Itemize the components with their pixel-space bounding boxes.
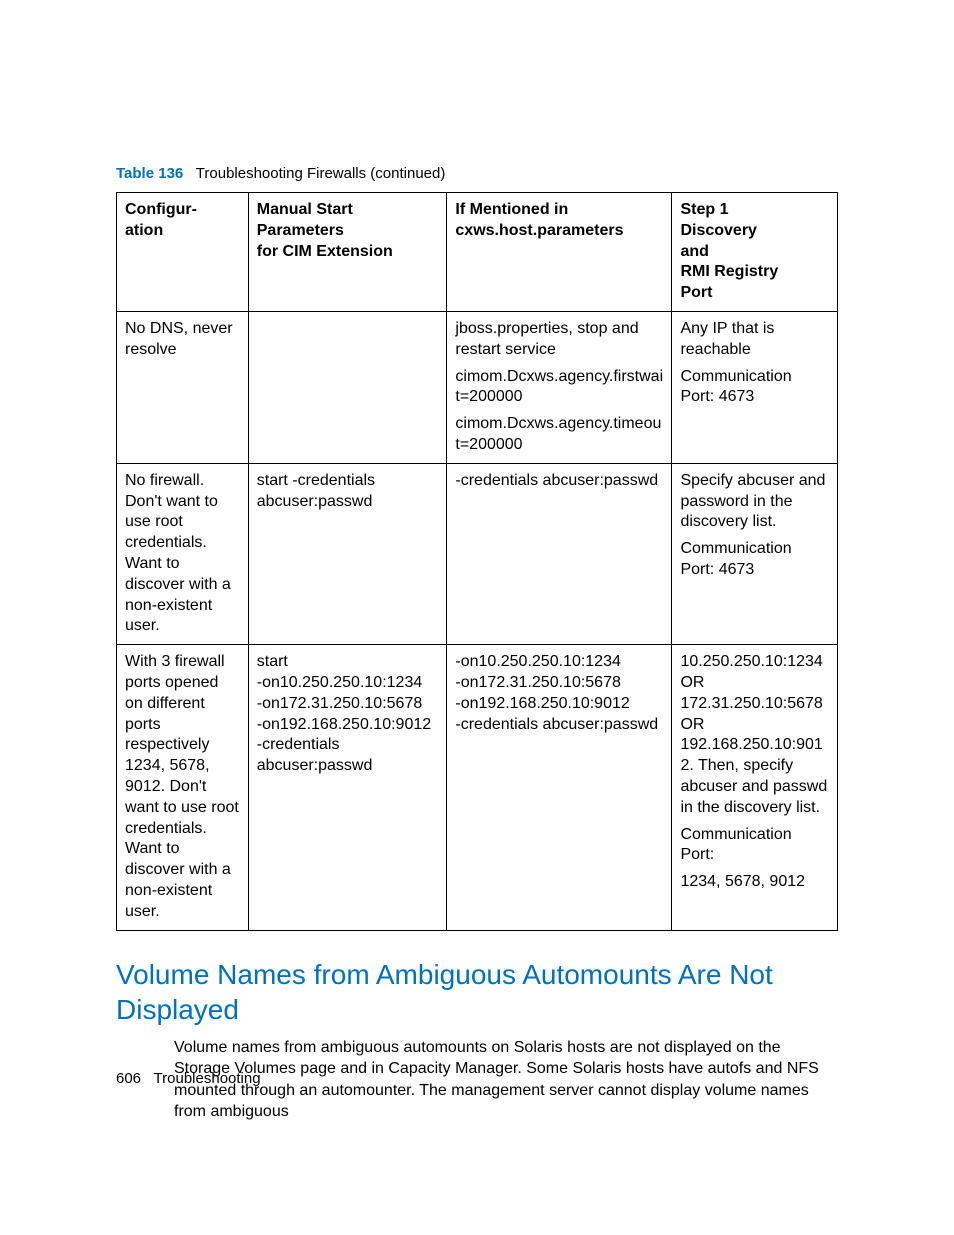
cell-configuration: No DNS, never resolve: [117, 311, 249, 463]
cell-if-mentioned: -on10.250.250.10:1234 -on172.31.250.10:5…: [447, 645, 672, 930]
cell-manual-start: start -on10.250.250.10:1234 -on172.31.25…: [248, 645, 447, 930]
page-footer: 606 Troubleshooting: [116, 1070, 261, 1087]
cell-if-mentioned: -credentials abcuser:passwd: [447, 463, 672, 644]
page: Table 136 Troubleshooting Firewalls (con…: [0, 0, 954, 1235]
cell-manual-start: [248, 311, 447, 463]
cell-if-mentioned: jboss.properties, stop and restart servi…: [447, 311, 672, 463]
cell-configuration: No firewall. Don't want to use root cred…: [117, 463, 249, 644]
table-row: No DNS, never resolve jboss.properties, …: [117, 311, 838, 463]
header-manual-start: Manual Start Parameters for CIM Extensio…: [248, 193, 447, 312]
footer-section: Troubleshooting: [154, 1070, 261, 1087]
header-step1: Step 1 Discovery and RMI Registry Port: [672, 193, 838, 312]
table-label: Table 136: [116, 165, 183, 182]
table-caption: Table 136 Troubleshooting Firewalls (con…: [116, 165, 838, 182]
table-caption-text: Troubleshooting Firewalls (continued): [196, 165, 446, 182]
table-header-row: Configur- ation Manual Start Parameters …: [117, 193, 838, 312]
header-if-mentioned: If Mentioned in cxws.host.parameters: [447, 193, 672, 312]
cell-step1: Specify abcuser and password in the disc…: [672, 463, 838, 644]
cell-manual-start: start -credentials abcuser:passwd: [248, 463, 447, 644]
body-paragraph: Volume names from ambiguous automounts o…: [174, 1037, 838, 1123]
cell-step1: Any IP that is reachable Communication P…: [672, 311, 838, 463]
header-configuration: Configur- ation: [117, 193, 249, 312]
cell-step1: 10.250.250.10:1234 OR 172.31.250.10:5678…: [672, 645, 838, 930]
cell-configuration: With 3 firewall ports opened on differen…: [117, 645, 249, 930]
table-row: With 3 firewall ports opened on differen…: [117, 645, 838, 930]
section-heading: Volume Names from Ambiguous Automounts A…: [116, 957, 838, 1027]
firewall-table: Configur- ation Manual Start Parameters …: [116, 192, 838, 931]
page-number: 606: [116, 1070, 141, 1087]
table-row: No firewall. Don't want to use root cred…: [117, 463, 838, 644]
